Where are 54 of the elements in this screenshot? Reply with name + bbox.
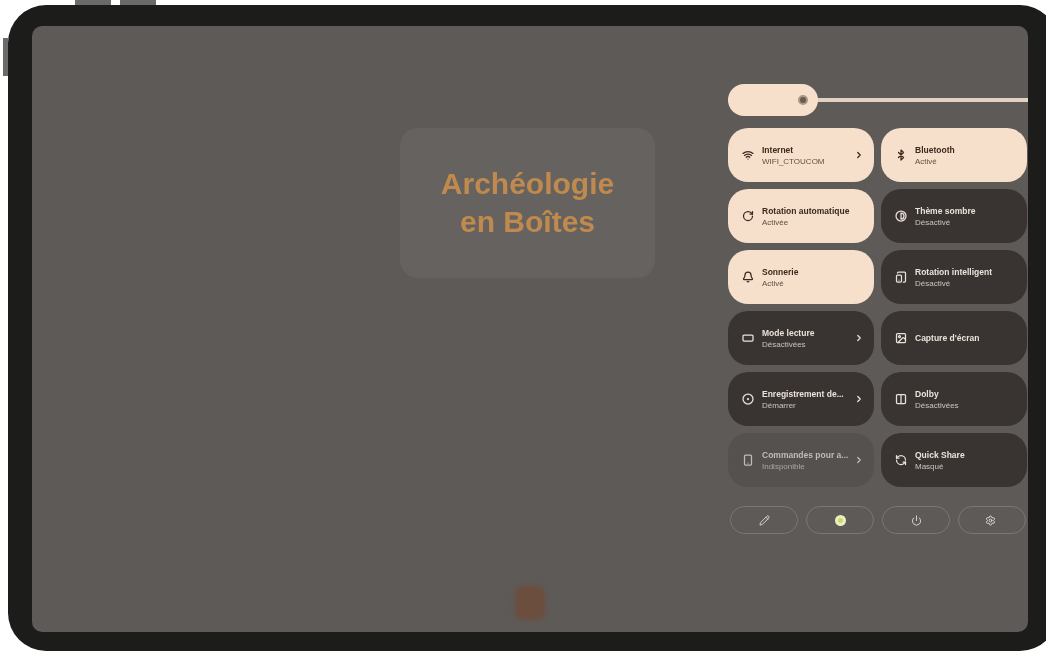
refresh-icon — [895, 454, 907, 466]
record-icon — [742, 393, 754, 405]
tile-status: Masqué — [915, 460, 945, 472]
columns-icon — [895, 393, 907, 405]
contrast-icon — [895, 210, 907, 222]
pencil-icon — [758, 514, 770, 526]
power-icon — [910, 514, 922, 526]
tile-title: Mode lecture — [762, 326, 816, 339]
tile-status: Désactivées — [762, 338, 807, 350]
wifi-icon — [742, 149, 754, 161]
tile-title: Internet — [762, 143, 795, 156]
tile-title: Rotation intelligent — [915, 265, 993, 278]
tile-status: Activé — [762, 277, 785, 289]
rotate-icon — [742, 210, 754, 222]
quick-setting-tile[interactable]: Capture d'écran — [881, 311, 1027, 365]
bluetooth-icon — [895, 149, 907, 161]
brightness-icon — [798, 95, 808, 105]
tile-title: Commandes pour a... — [762, 448, 846, 461]
app-icon — [515, 586, 545, 620]
bell-icon — [742, 271, 754, 283]
tile-title: Enregistrement de... — [762, 387, 845, 400]
user-icon — [834, 514, 846, 526]
tile-title: Rotation automatique — [762, 204, 851, 217]
quick-setting-tile[interactable]: Internet WIFI_CTOUCOM — [728, 128, 874, 182]
rectangle-icon — [742, 332, 754, 344]
tile-status: Désactivées — [915, 399, 960, 411]
devices-icon — [895, 271, 907, 283]
quick-setting-tile[interactable]: Rotation intelligent Désactivé — [881, 250, 1027, 304]
tile-title: Sonnerie — [762, 265, 800, 278]
settings-icon — [985, 514, 996, 526]
logo-text: en Boîtes — [460, 204, 595, 240]
tile-title: Dolby — [915, 387, 940, 400]
tile-status: Désactivé — [915, 277, 952, 289]
quick-setting-tile[interactable]: Enregistrement de... Démarrer — [728, 372, 874, 426]
quick-setting-tile[interactable]: Mode lecture Désactivées — [728, 311, 874, 365]
quick-setting-tile[interactable]: Sonnerie Activé — [728, 250, 874, 304]
phone-icon — [742, 454, 754, 466]
tile-title: Thème sombre — [915, 204, 977, 217]
tile-status: WIFI_CTOUCOM — [762, 155, 826, 167]
tile-status: Activé — [915, 155, 938, 167]
quick-setting-tile[interactable]: Thème sombre Désactivé — [881, 189, 1027, 243]
tile-title: Capture d'écran — [915, 332, 981, 344]
tile-status: Démarrer — [762, 399, 797, 411]
tile-title: Bluetooth — [915, 143, 956, 156]
quick-setting-tile[interactable]: Quick Share Masqué — [881, 433, 1027, 487]
logo-text: Archéologie — [440, 166, 615, 202]
tile-status: Activée — [762, 216, 790, 228]
tile-status: Désactivé — [915, 216, 952, 228]
quick-setting-tile[interactable]: Rotation automatique Activée — [728, 189, 874, 243]
tile-status: Indisponible — [762, 460, 806, 472]
image-icon — [895, 332, 907, 344]
tile-title: Quick Share — [915, 448, 966, 461]
quick-setting-tile[interactable]: Dolby Désactivées — [881, 372, 1027, 426]
quick-setting-tile[interactable]: Bluetooth Activé — [881, 128, 1027, 182]
